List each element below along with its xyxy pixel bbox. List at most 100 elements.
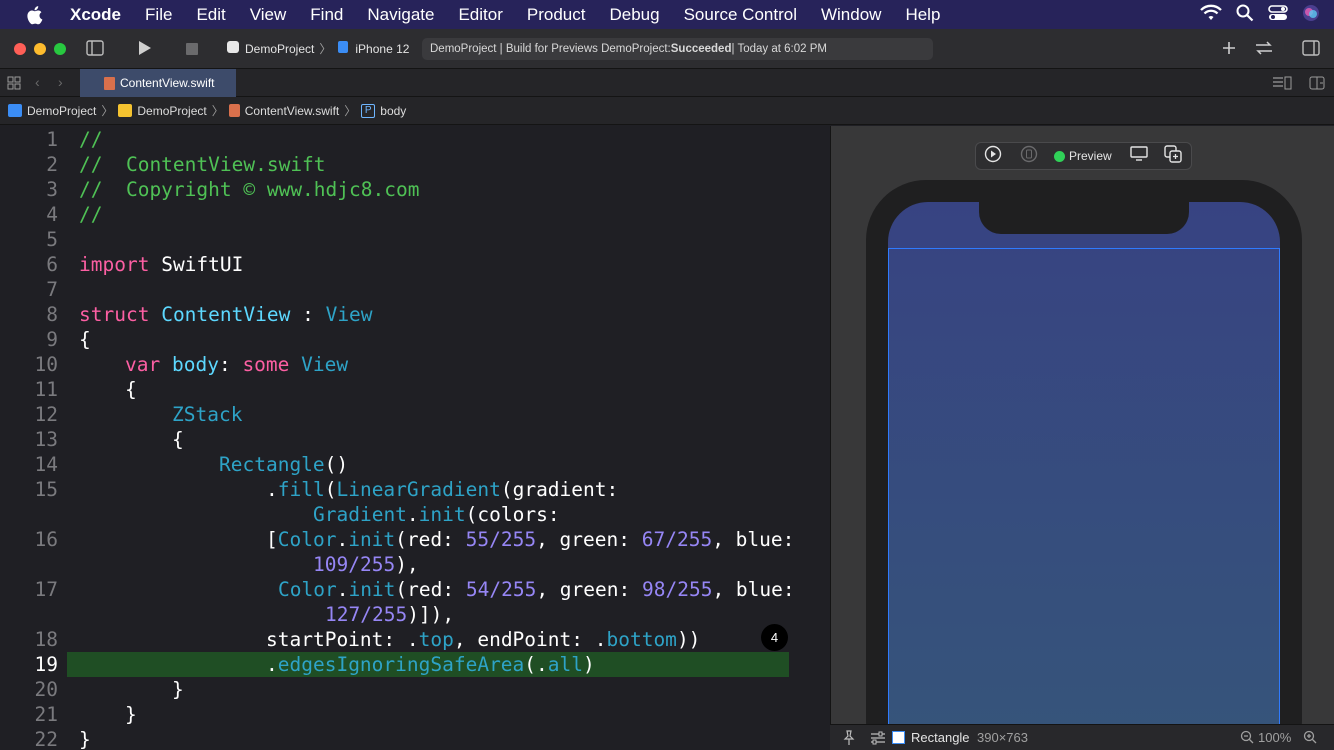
- line-number: 16: [34, 528, 58, 551]
- menu-product[interactable]: Product: [527, 5, 586, 25]
- code-review-icon[interactable]: [1254, 40, 1274, 61]
- apple-icon[interactable]: [26, 4, 48, 26]
- step-badge: 4: [761, 624, 788, 651]
- menu-find[interactable]: Find: [310, 5, 343, 25]
- code-brace: }: [172, 678, 184, 701]
- line-number: 13: [34, 428, 58, 451]
- preview-screen[interactable]: [888, 202, 1280, 724]
- menu-bar: Xcode File Edit View Find Navigate Edito…: [0, 0, 1334, 29]
- spotlight-search-icon[interactable]: [1236, 4, 1254, 27]
- canvas-status-bar: Rectangle 390×763 100%: [830, 724, 1334, 750]
- preview-canvas[interactable]: Preview: [830, 126, 1334, 724]
- adjust-icon[interactable]: [870, 730, 886, 749]
- code-brace: {: [125, 378, 137, 401]
- jump-project[interactable]: DemoProject: [27, 104, 96, 118]
- line-number: 14: [34, 453, 58, 476]
- menu-help[interactable]: Help: [905, 5, 940, 25]
- code-brace: {: [172, 428, 184, 451]
- line-number: 9: [46, 328, 58, 351]
- line-number: 3: [46, 178, 58, 201]
- code-startpoint-line: startPoint: .top, endPoint: .bottom)): [266, 628, 701, 651]
- line-number: 12: [34, 403, 58, 426]
- zoom-level[interactable]: 100%: [1258, 730, 1291, 745]
- menu-editor[interactable]: Editor: [458, 5, 502, 25]
- editor-tab-bar: ‹ › ContentView.swift: [0, 69, 1334, 97]
- code-brace: {: [79, 328, 91, 351]
- menu-edit[interactable]: Edit: [196, 5, 225, 25]
- menu-file[interactable]: File: [145, 5, 172, 25]
- zoom-in-icon[interactable]: [1303, 730, 1317, 747]
- code-fill-line: .fill(LinearGradient(gradient:: [266, 478, 619, 501]
- device-settings-icon[interactable]: [1129, 145, 1148, 167]
- jump-symbol[interactable]: body: [380, 104, 406, 118]
- code-comment: // ContentView.swift: [79, 153, 326, 176]
- scheme-selector[interactable]: DemoProject 〉 iPhone 12: [226, 40, 409, 57]
- line-number: 2: [46, 153, 58, 176]
- code-var-line: var body: some View: [125, 353, 349, 376]
- duplicate-preview-icon[interactable]: [1163, 144, 1182, 168]
- selected-rectangle-outline[interactable]: [888, 248, 1280, 724]
- swift-file-icon: [228, 104, 240, 117]
- code-zstack: ZStack: [172, 403, 243, 426]
- preview-device-icon[interactable]: [1020, 145, 1038, 168]
- line-number: 20: [34, 678, 58, 701]
- property-symbol-icon: P: [361, 103, 376, 118]
- line-number: 8: [46, 303, 58, 326]
- code-rectangle-line: Rectangle(): [219, 453, 349, 476]
- pin-icon[interactable]: [842, 730, 856, 749]
- back-chevron-icon[interactable]: ‹: [35, 74, 40, 90]
- menu-view[interactable]: View: [250, 5, 287, 25]
- code-color2-cont: 127/255)]),: [325, 603, 455, 626]
- line-number: 18: [34, 628, 58, 651]
- wifi-icon[interactable]: [1200, 4, 1222, 27]
- menu-navigate[interactable]: Navigate: [367, 5, 434, 25]
- navigator-toggle-icon[interactable]: [86, 40, 104, 61]
- scheme-project-name: DemoProject: [245, 41, 315, 56]
- rectangle-swatch-icon: [892, 731, 905, 744]
- zoom-icon[interactable]: [1240, 730, 1254, 747]
- code-comment: // Copyright © www.hdjc8.com: [79, 178, 420, 201]
- zoom-window-button[interactable]: [54, 43, 66, 55]
- activity-status-result: Succeeded: [670, 43, 732, 55]
- window-toolbar: DemoProject 〉 iPhone 12 DemoProject | Bu…: [0, 29, 1334, 69]
- live-preview-icon[interactable]: [984, 145, 1002, 168]
- add-editor-icon[interactable]: [1309, 76, 1325, 95]
- run-button[interactable]: [138, 40, 152, 61]
- code-color1-cont: 109/255),: [313, 553, 419, 576]
- line-number: 5: [46, 228, 58, 251]
- code-edges-line: .edgesIgnoringSafeArea(.all): [266, 653, 595, 676]
- line-number: 6: [46, 253, 58, 276]
- device-icon: [336, 40, 350, 57]
- tab-contentview-swift[interactable]: ContentView.swift: [80, 69, 236, 97]
- add-library-icon[interactable]: [1221, 39, 1237, 62]
- selection-size: 390×763: [977, 730, 1028, 745]
- line-number: 11: [34, 378, 58, 401]
- jump-folder[interactable]: DemoProject: [137, 104, 206, 118]
- inspector-toggle-icon[interactable]: [1302, 40, 1320, 61]
- folder-icon: [118, 104, 133, 117]
- line-number: 10: [34, 353, 58, 376]
- activity-status-text: DemoProject | Build for Previews DemoPro…: [430, 43, 671, 55]
- minimize-window-button[interactable]: [34, 43, 46, 55]
- source-editor[interactable]: 1 // 2 // ContentView.swift 3 // Copyright …: [0, 126, 830, 750]
- editor-options-icon[interactable]: [1272, 76, 1292, 95]
- control-center-icon[interactable]: [1268, 4, 1288, 27]
- menu-window[interactable]: Window: [821, 5, 881, 25]
- code-gradient-line: Gradient.init(colors:: [313, 503, 560, 526]
- code-brace: }: [125, 703, 137, 726]
- chevron-right-icon: 〉: [344, 104, 357, 118]
- iphone-frame: [866, 180, 1302, 724]
- stop-button[interactable]: [186, 42, 198, 60]
- menu-debug[interactable]: Debug: [609, 5, 659, 25]
- line-number: 21: [34, 703, 58, 726]
- forward-chevron-icon[interactable]: ›: [58, 74, 63, 90]
- menu-app-name[interactable]: Xcode: [70, 5, 121, 25]
- jump-file[interactable]: ContentView.swift: [245, 104, 340, 118]
- close-window-button[interactable]: [14, 43, 26, 55]
- grid-icon[interactable]: [7, 76, 21, 95]
- chevron-right-icon: 〉: [101, 104, 114, 118]
- code-color1-line: [Color.init(red: 55/255, green: 67/255, …: [266, 528, 795, 551]
- menu-source-control[interactable]: Source Control: [684, 5, 797, 25]
- siri-icon[interactable]: [1302, 4, 1320, 27]
- project-icon: [8, 104, 22, 117]
